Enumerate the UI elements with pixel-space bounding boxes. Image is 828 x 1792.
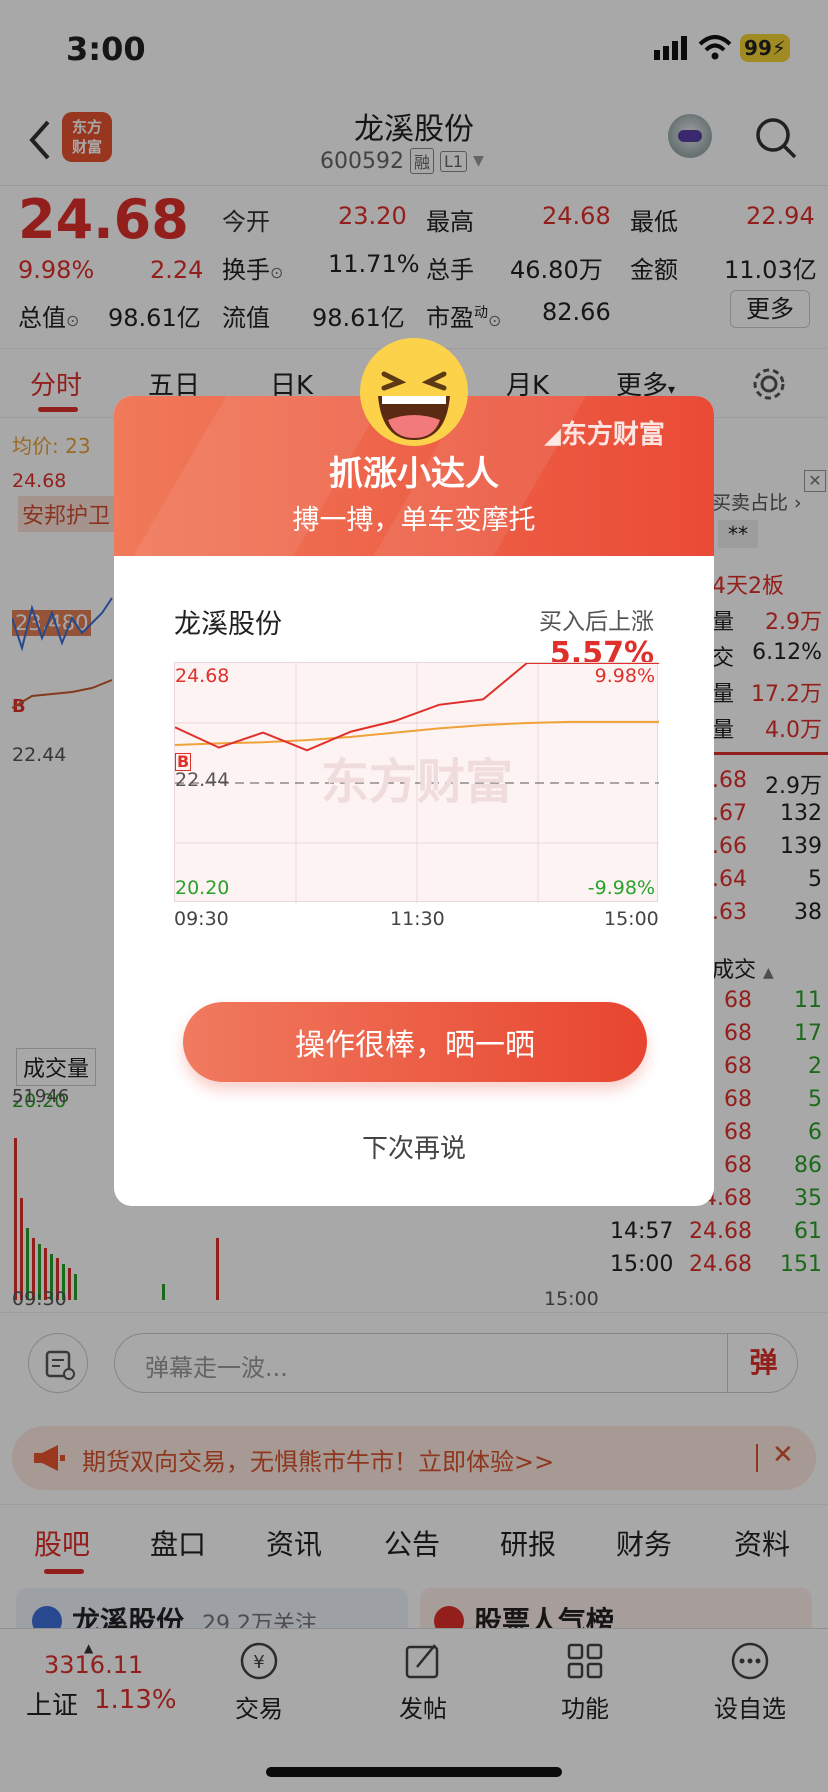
chart-buy-marker: B (175, 752, 192, 771)
price-chart-svg: 东方财富 (175, 663, 659, 903)
dialog-stock-name: 龙溪股份 (174, 609, 282, 640)
dialog-subtitle: 搏一搏，单车变摩托 (292, 505, 536, 536)
achievement-dialog: ◢东方财富 抓涨小达人 搏一搏，单车变摩托 龙溪股份 买入后上涨 5.57% 东… (114, 338, 714, 1206)
laughing-emoji-icon (358, 336, 470, 448)
gain-row: 买入后上涨 5.57% (434, 602, 654, 671)
chart-top-left: 24.68 (175, 665, 230, 687)
time-axis-end: 15:00 (604, 908, 659, 930)
share-button[interactable]: 操作很棒，晒一晒 (183, 1002, 647, 1082)
chart-bottom-left: 20.20 (175, 877, 230, 899)
dismiss-button[interactable]: 下次再说 (114, 1128, 714, 1165)
gain-chart: 东方财富 24.68 9.98% 22.44 B 20.20 -9.98% (174, 662, 659, 903)
chart-mid-label: 22.44 (175, 769, 230, 791)
chart-watermark: 东方财富 (321, 754, 513, 810)
gain-label: 买入后上涨 (539, 609, 654, 635)
chart-top-right: 9.98% (594, 665, 655, 687)
chart-bottom-right: -9.98% (587, 877, 655, 899)
time-axis-start: 09:30 (174, 908, 229, 930)
dialog-title: 抓涨小达人 (329, 454, 499, 494)
time-axis-mid: 11:30 (390, 908, 445, 930)
